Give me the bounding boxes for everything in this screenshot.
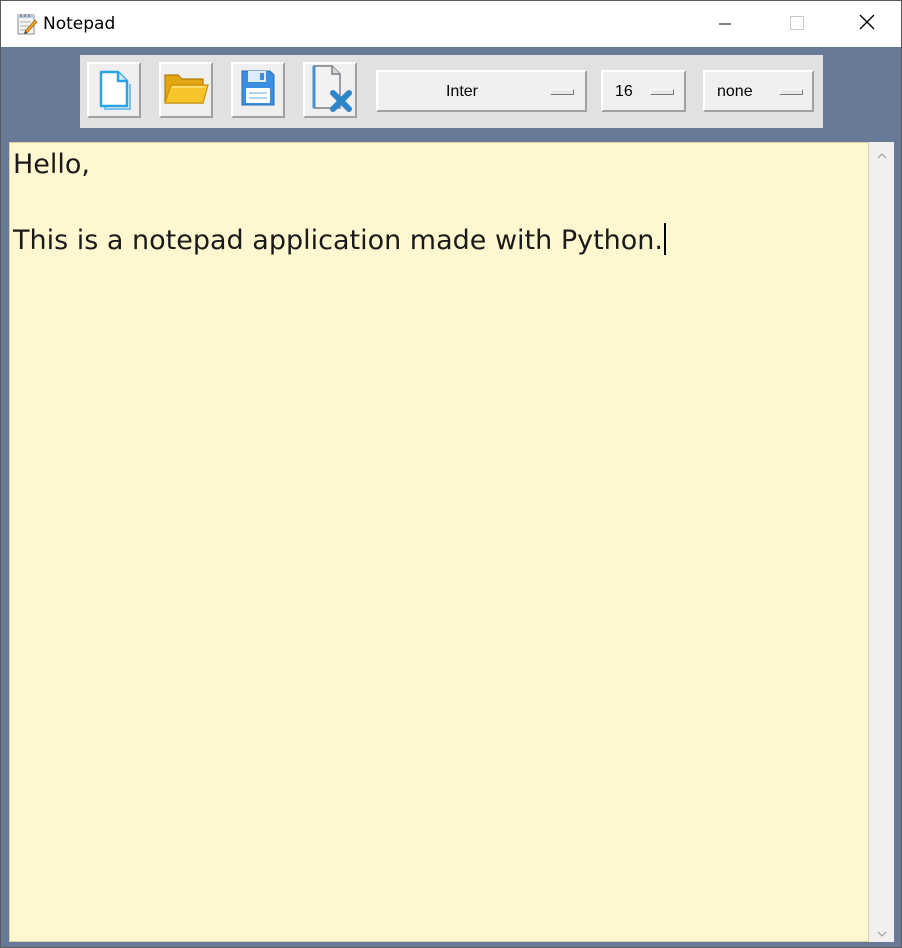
dropdown-indicator-icon: [550, 89, 574, 95]
dropdown-indicator-icon: [650, 89, 674, 95]
new-file-icon: [96, 66, 132, 114]
editor-line-text: Hello,: [13, 149, 91, 180]
chevron-up-icon: [877, 144, 887, 163]
editor-line: This is a notepad application made with …: [13, 223, 667, 258]
font-size-dropdown[interactable]: 16: [601, 70, 686, 112]
font-style-value: none: [717, 83, 753, 100]
editor-text-area[interactable]: Hello, This is a notepad application mad…: [9, 142, 869, 942]
toolbar: Inter 16 none: [80, 55, 823, 128]
minimize-button[interactable]: [691, 1, 759, 47]
editor-line-text: This is a notepad application made with …: [13, 225, 664, 256]
title-bar[interactable]: Notepad: [1, 1, 901, 47]
clear-document-button[interactable]: [303, 62, 357, 118]
save-floppy-icon: [239, 68, 277, 112]
window-title: Notepad: [43, 14, 116, 34]
font-style-dropdown[interactable]: none: [703, 70, 814, 112]
maximize-button[interactable]: [763, 1, 831, 47]
editor-line: Hello,: [13, 148, 90, 182]
chevron-down-icon: [877, 922, 887, 941]
font-family-value: Inter: [445, 83, 478, 100]
font-family-dropdown[interactable]: Inter: [376, 70, 587, 112]
open-folder-icon: [163, 69, 209, 111]
new-file-button[interactable]: [87, 62, 141, 118]
maximize-icon: [790, 15, 804, 34]
scroll-down-button[interactable]: [869, 920, 894, 942]
open-file-button[interactable]: [159, 62, 213, 118]
font-size-value: 16: [615, 83, 633, 100]
dropdown-indicator-icon: [779, 89, 803, 95]
clear-document-icon: [308, 64, 352, 116]
scroll-up-button[interactable]: [869, 142, 894, 164]
notepad-app-icon: [16, 12, 38, 36]
minimize-icon: [719, 15, 731, 34]
notepad-window: Notepad Inter 16 none Hello, This is a n…: [0, 0, 902, 948]
close-icon: [859, 14, 875, 34]
close-button[interactable]: [833, 1, 901, 47]
text-cursor: [664, 223, 667, 255]
vertical-scrollbar[interactable]: [869, 142, 894, 942]
save-file-button[interactable]: [231, 62, 285, 118]
